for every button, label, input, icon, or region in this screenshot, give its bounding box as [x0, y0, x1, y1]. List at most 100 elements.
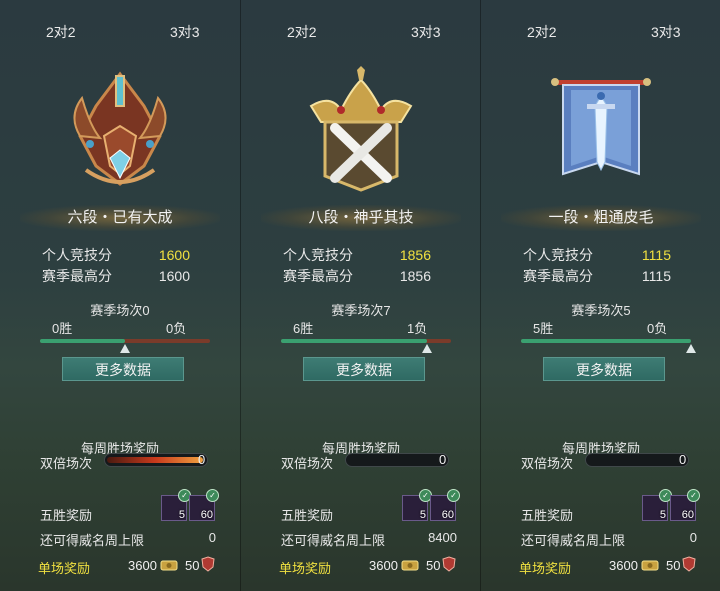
bronze-rank-emblem-icon — [73, 71, 167, 186]
item-count: 60 — [200, 509, 213, 521]
season-high-label: 赛季最高分 — [283, 268, 353, 284]
item-count: 60 — [441, 509, 454, 521]
rank-title: 六段・已有大成 — [20, 205, 220, 231]
tab-2v2[interactable]: 2对2 — [287, 22, 317, 42]
double-value: 0 — [679, 452, 687, 467]
more-data-button[interactable]: 更多数据 — [543, 357, 665, 381]
win-fill — [521, 339, 691, 343]
single-fame-value: 50 — [666, 558, 681, 573]
win-ratio-marker — [686, 344, 696, 353]
arena-panel: 2对2 3对3 一段・粗通皮毛 个人竞技分 1115 赛季最高分 1115 赛季… — [480, 0, 720, 591]
wins-count: 6胜 — [293, 321, 314, 336]
fame-cap-label: 还可得威名周上限 — [281, 533, 386, 548]
single-coin-value: 3600 — [369, 558, 398, 573]
fame-cap-value: 8400 — [428, 530, 457, 545]
gem-item-icon[interactable]: ✓ 60 — [430, 489, 460, 521]
item-count: 60 — [681, 509, 694, 521]
single-reward-label: 单场奖励 — [519, 561, 572, 576]
personal-score-label: 个人竞技分 — [42, 247, 112, 263]
coin-icon — [160, 560, 178, 571]
gem-item-icon[interactable]: ✓ 60 — [189, 489, 219, 521]
blue-banner-sword-emblem-icon — [551, 78, 651, 176]
personal-score-row: 个人竞技分 1856 — [283, 246, 443, 264]
season-matches: 赛季场次0 — [90, 303, 150, 318]
personal-score-value: 1115 — [641, 247, 671, 263]
season-matches: 赛季场次7 — [331, 303, 391, 318]
win-ratio-marker — [422, 344, 432, 353]
gem-item-icon[interactable]: ✓ 60 — [670, 489, 700, 521]
personal-score-label: 个人竞技分 — [283, 247, 353, 263]
rank-title: 一段・粗通皮毛 — [501, 205, 701, 231]
rank-title: 八段・神乎其技 — [261, 205, 461, 231]
fame-cap-value: 0 — [689, 530, 697, 545]
win-loss-bar — [521, 339, 691, 343]
personal-score-value: 1856 — [399, 247, 431, 263]
single-reward-label: 单场奖励 — [38, 561, 91, 576]
five-win-label: 五胜奖励 — [40, 508, 93, 523]
tab-3v3[interactable]: 3对3 — [411, 22, 441, 42]
check-icon: ✓ — [687, 489, 700, 502]
double-progress-bar — [585, 453, 689, 467]
chest-item-icon[interactable]: ✓ 5 — [161, 489, 191, 521]
check-icon: ✓ — [447, 489, 460, 502]
win-fill — [40, 339, 125, 343]
losses-count: 1负 — [407, 321, 428, 336]
double-value: 0 — [439, 452, 447, 467]
win-fill — [281, 339, 427, 343]
double-progress-bar — [104, 453, 208, 467]
fame-shield-icon — [442, 556, 456, 572]
single-fame-value: 50 — [185, 558, 200, 573]
win-loss-bar — [40, 339, 210, 343]
fame-cap-row: 还可得威名周上限 0 — [521, 530, 697, 549]
chest-item-icon[interactable]: ✓ 5 — [642, 489, 672, 521]
fame-shield-icon — [201, 556, 215, 572]
win-loss-bar — [281, 339, 451, 343]
win-ratio-marker — [120, 344, 130, 353]
chest-item-icon[interactable]: ✓ 5 — [402, 489, 432, 521]
arena-panel: 2对2 3对3 八段・神乎其技 个人竞技分 1856 赛季最高分 1856 赛季… — [240, 0, 480, 591]
five-win-label: 五胜奖励 — [281, 508, 334, 523]
season-high-value: 1115 — [641, 268, 671, 284]
personal-score-label: 个人竞技分 — [523, 247, 593, 263]
single-fame-value: 50 — [426, 558, 441, 573]
double-progress-fill — [107, 457, 203, 463]
wins-count: 5胜 — [533, 321, 554, 336]
season-high-value: 1600 — [158, 268, 190, 284]
item-count: 5 — [659, 509, 666, 521]
more-data-button[interactable]: 更多数据 — [303, 357, 425, 381]
fame-cap-row: 还可得威名周上限 8400 — [281, 530, 457, 549]
arena-panel: 2对2 3对3 六段・已有大成 个人竞技分 1600 赛季最高分 1600 赛季… — [0, 0, 240, 591]
check-icon: ✓ — [206, 489, 219, 502]
item-count: 5 — [419, 509, 426, 521]
double-label: 双倍场次 — [521, 456, 574, 471]
single-reward-label: 单场奖励 — [279, 561, 332, 576]
wins-count: 0胜 — [52, 321, 73, 336]
arena-screen: 2对2 3对3 六段・已有大成 个人竞技分 1600 赛季最高分 1600 赛季… — [0, 0, 720, 591]
item-count: 5 — [178, 509, 185, 521]
season-matches: 赛季场次5 — [571, 303, 631, 318]
single-coin-value: 3600 — [128, 558, 157, 573]
season-high-label: 赛季最高分 — [523, 268, 593, 284]
fame-shield-icon — [682, 556, 696, 572]
season-high-row: 赛季最高分 1600 — [42, 267, 202, 285]
personal-score-value: 1600 — [158, 247, 190, 263]
personal-score-row: 个人竞技分 1600 — [42, 246, 202, 264]
season-high-row: 赛季最高分 1115 — [523, 267, 683, 285]
tab-2v2[interactable]: 2对2 — [46, 22, 76, 42]
single-coin-value: 3600 — [609, 558, 638, 573]
tab-3v3[interactable]: 3对3 — [170, 22, 200, 42]
double-label: 双倍场次 — [40, 456, 93, 471]
season-high-value: 1856 — [399, 268, 431, 284]
tab-3v3[interactable]: 3对3 — [651, 22, 681, 42]
fame-cap-row: 还可得威名周上限 0 — [40, 530, 216, 549]
coin-icon — [401, 560, 419, 571]
double-value: 0 — [198, 452, 206, 467]
fame-cap-label: 还可得威名周上限 — [521, 533, 626, 548]
double-progress-bar — [345, 453, 449, 467]
tab-2v2[interactable]: 2对2 — [527, 22, 557, 42]
more-data-button[interactable]: 更多数据 — [62, 357, 184, 381]
personal-score-row: 个人竞技分 1115 — [523, 246, 683, 264]
season-high-label: 赛季最高分 — [42, 268, 112, 284]
five-win-label: 五胜奖励 — [521, 508, 574, 523]
double-label: 双倍场次 — [281, 456, 334, 471]
